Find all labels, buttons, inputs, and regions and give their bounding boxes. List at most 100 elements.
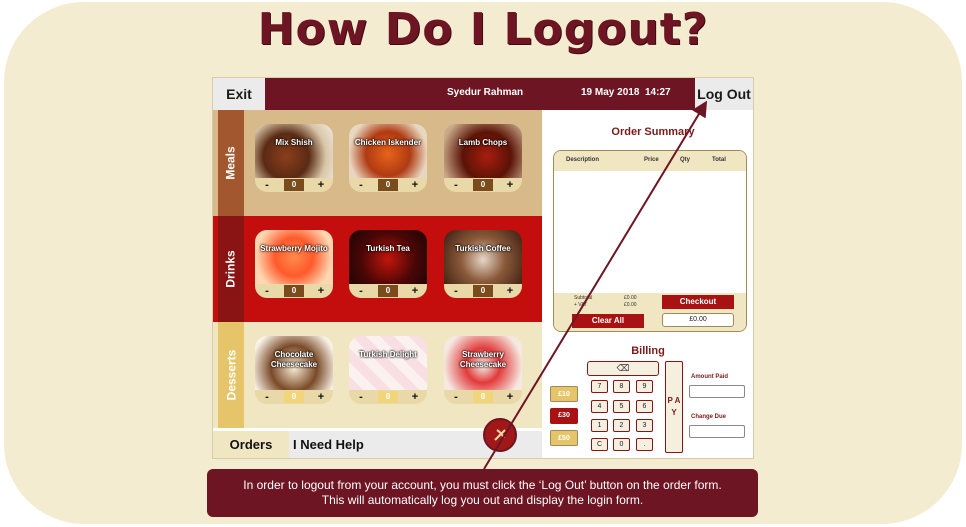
note-10-button[interactable]: £10 xyxy=(550,386,578,402)
decrement-button[interactable]: - xyxy=(446,178,466,192)
vat-label: + VAT xyxy=(574,302,588,308)
decrement-button[interactable]: - xyxy=(351,390,371,404)
tab-desserts[interactable]: Desserts xyxy=(218,322,244,428)
tab-drinks-label: Drinks xyxy=(224,250,239,288)
meals-section: Meals Mix Shish - 0 + Chicken Iskender -… xyxy=(213,110,542,216)
increment-button[interactable]: + xyxy=(311,284,331,298)
change-due-field xyxy=(689,425,745,438)
keypad-key[interactable]: 8 xyxy=(613,380,630,393)
user-name: Syedur Rahman xyxy=(447,87,524,98)
keypad-key[interactable]: . xyxy=(636,438,653,451)
decrement-button[interactable]: - xyxy=(257,178,277,192)
subtotal-label: Subtotal xyxy=(574,295,593,301)
quantity-value: 0 xyxy=(473,285,493,297)
column-header: Description xyxy=(566,157,600,163)
page-title: How Do I Logout? xyxy=(257,4,709,55)
item-name: Chicken Iskender xyxy=(354,138,422,147)
summary-footer: Subtotal + VAT £0.00 £0.00 Clear All Che… xyxy=(554,293,746,331)
keypad-key[interactable]: C xyxy=(591,438,608,451)
order-summary-table: Description Price Qty Total Subtotal + V… xyxy=(553,150,747,332)
item-name: Strawberry Cheesecake xyxy=(459,350,507,369)
quantity-value: 0 xyxy=(284,179,304,191)
orders-button[interactable]: Orders xyxy=(213,431,289,458)
menu-item-strawberry-mojito[interactable]: Strawberry Mojito - 0 + xyxy=(255,230,333,298)
tab-meals-label: Meals xyxy=(224,146,239,180)
tab-drinks[interactable]: Drinks xyxy=(218,216,244,322)
quantity-stepper: - 0 + xyxy=(255,178,333,192)
billing-title: Billing xyxy=(631,345,665,357)
increment-button[interactable]: + xyxy=(311,178,331,192)
desserts-section: Desserts Chocolate Cheesecake - 0 + Turk… xyxy=(213,322,542,428)
menu-item-turkish-delight[interactable]: Turkish Delight - 0 + xyxy=(349,336,427,404)
change-due-label: Change Due xyxy=(691,414,727,420)
item-name: Lamb Chops xyxy=(458,138,508,147)
keypad-key[interactable]: 7 xyxy=(591,380,608,393)
table-header: Description Price Qty Total xyxy=(554,151,746,171)
clear-all-button[interactable]: Clear All xyxy=(572,314,644,328)
quantity-stepper: - 0 + xyxy=(255,284,333,298)
quantity-stepper: - 0 + xyxy=(255,390,333,404)
menu-item-lamb-chops[interactable]: Lamb Chops - 0 + xyxy=(444,124,522,192)
item-name: Chocolate Cheesecake xyxy=(270,350,318,369)
keypad-key[interactable]: 6 xyxy=(636,400,653,413)
decrement-button[interactable]: - xyxy=(257,284,277,298)
increment-button[interactable]: + xyxy=(405,284,425,298)
decrement-button[interactable]: - xyxy=(446,390,466,404)
note-30-button[interactable]: £30 xyxy=(550,408,578,424)
tab-meals[interactable]: Meals xyxy=(218,110,244,216)
decrement-button[interactable]: - xyxy=(257,390,277,404)
restaurant-logo-icon xyxy=(483,418,517,452)
keypad-key[interactable]: 1 xyxy=(591,419,608,432)
exit-button[interactable]: Exit xyxy=(213,78,265,110)
increment-button[interactable]: + xyxy=(500,284,520,298)
food-image xyxy=(255,124,333,178)
quantity-value: 0 xyxy=(378,391,398,403)
keypad-key[interactable]: 4 xyxy=(591,400,608,413)
keypad-key[interactable]: 0 xyxy=(613,438,630,451)
total-field: £0.00 xyxy=(662,313,734,327)
decrement-button[interactable]: - xyxy=(351,284,371,298)
drink-image xyxy=(349,230,427,284)
decrement-button[interactable]: - xyxy=(351,178,371,192)
menu-item-turkish-coffee[interactable]: Turkish Coffee - 0 + xyxy=(444,230,522,298)
subtotal-value: £0.00 xyxy=(624,295,637,301)
decrement-button[interactable]: - xyxy=(446,284,466,298)
keypad-key[interactable]: 9 xyxy=(636,380,653,393)
caption-line-2: This will automatically log you out and … xyxy=(321,493,644,507)
quantity-value: 0 xyxy=(378,285,398,297)
item-name: Turkish Coffee xyxy=(455,244,511,253)
keypad-key[interactable]: 5 xyxy=(613,400,630,413)
increment-button[interactable]: + xyxy=(405,390,425,404)
increment-button[interactable]: + xyxy=(405,178,425,192)
quantity-value: 0 xyxy=(378,179,398,191)
quantity-value: 0 xyxy=(284,391,304,403)
keypad-key[interactable]: 2 xyxy=(613,419,630,432)
menu-item-turkish-tea[interactable]: Turkish Tea - 0 + xyxy=(349,230,427,298)
quantity-stepper: - 0 + xyxy=(349,178,427,192)
note-50-button[interactable]: £50 xyxy=(550,430,578,446)
instruction-caption: In order to logout from your account, yo… xyxy=(207,469,758,517)
menu-item-chocolate-cheesecake[interactable]: Chocolate Cheesecake - 0 + xyxy=(255,336,333,404)
pay-button[interactable]: P A Y xyxy=(665,361,683,453)
item-name: Turkish Tea xyxy=(366,244,410,253)
column-header: Price xyxy=(644,157,659,163)
column-header: Qty xyxy=(680,157,691,163)
increment-button[interactable]: + xyxy=(500,178,520,192)
top-bar: Exit Syedur Rahman 19 May 2018 14:27 Log… xyxy=(213,78,753,110)
increment-button[interactable]: + xyxy=(311,390,331,404)
quantity-stepper: - 0 + xyxy=(349,284,427,298)
increment-button[interactable]: + xyxy=(500,390,520,404)
menu-item-chicken-iskender[interactable]: Chicken Iskender - 0 + xyxy=(349,124,427,192)
item-name: Strawberry Mojito xyxy=(260,244,328,253)
amount-paid-field[interactable] xyxy=(689,385,745,398)
quantity-stepper: - 0 + xyxy=(349,390,427,404)
dessert-image xyxy=(349,336,427,390)
menu-item-mix-shish[interactable]: Mix Shish - 0 + xyxy=(255,124,333,192)
keypad-key[interactable]: 3 xyxy=(636,419,653,432)
backspace-icon[interactable]: ⌫ xyxy=(587,361,659,376)
logout-button[interactable]: Log Out xyxy=(695,78,753,110)
drink-image xyxy=(255,230,333,284)
menu-item-strawberry-cheesecake[interactable]: Strawberry Cheesecake - 0 + xyxy=(444,336,522,404)
checkout-button[interactable]: Checkout xyxy=(662,295,734,309)
food-image xyxy=(444,124,522,178)
